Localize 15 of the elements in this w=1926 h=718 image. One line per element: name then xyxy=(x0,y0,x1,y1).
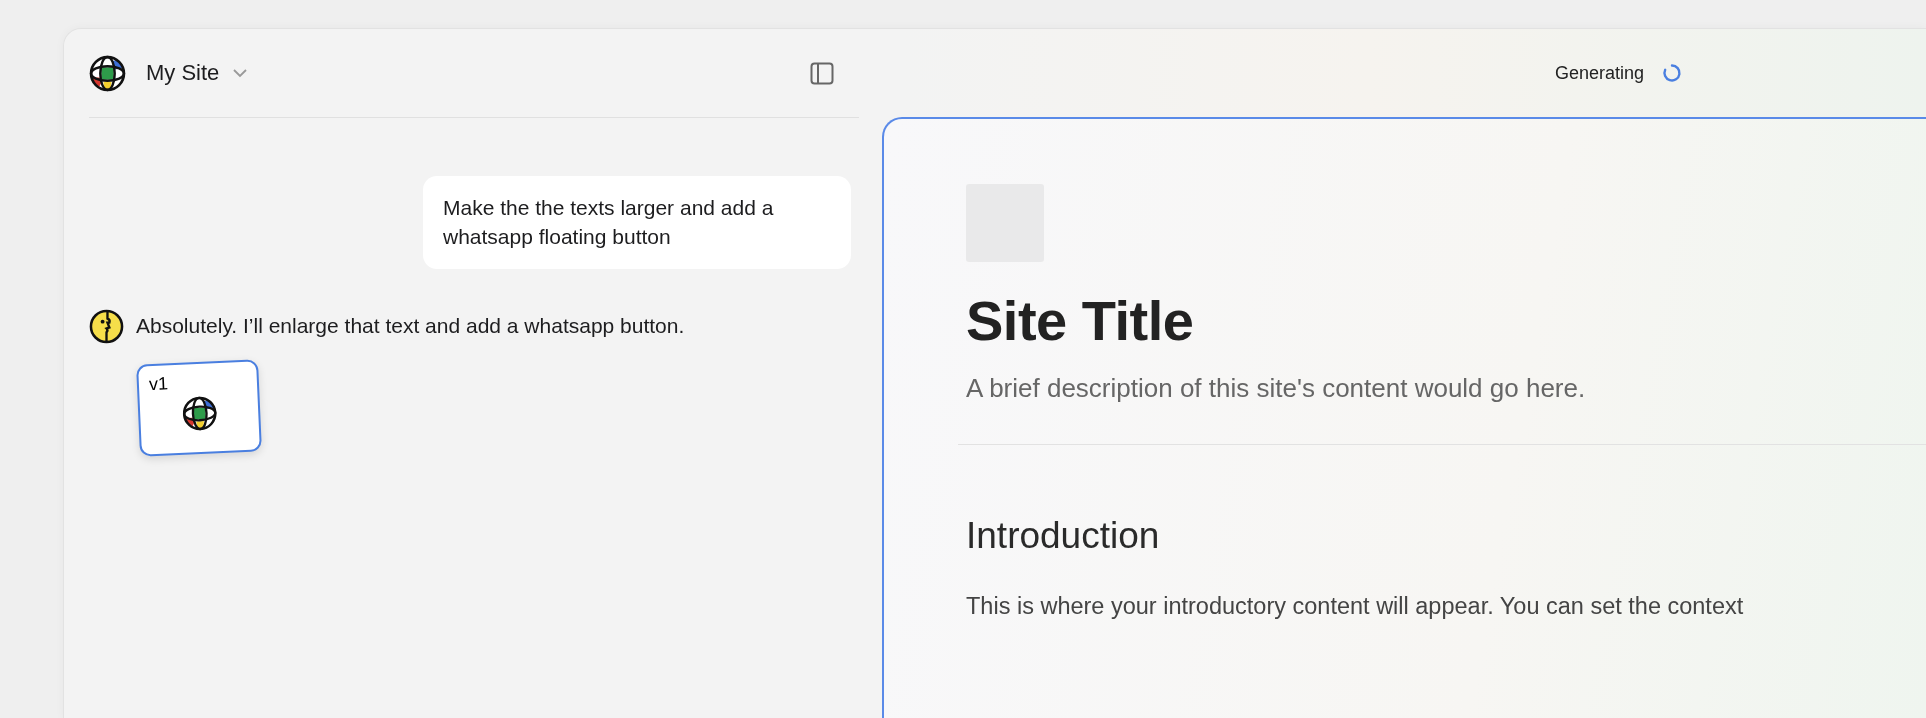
user-message: Make the the texts larger and add a whatsapp floating button xyxy=(423,176,851,269)
section-heading: Introduction xyxy=(966,515,1161,557)
globe-logo-icon xyxy=(89,54,126,92)
sidebar-toggle-button[interactable] xyxy=(810,61,834,85)
site-description: A brief description of this site's content would go here. xyxy=(966,373,1587,404)
version-card[interactable]: v1 xyxy=(136,359,262,457)
globe-icon xyxy=(181,395,218,432)
status-text: Generating xyxy=(1555,62,1645,84)
site-title: Site Title xyxy=(966,288,1195,353)
assistant-message: Absolutely. I’ll enlarge that text and add a whatsapp button. xyxy=(136,314,685,339)
site-name[interactable]: My Site xyxy=(146,60,220,86)
loading-spinner-icon xyxy=(1662,63,1683,83)
section-text: This is where your introductory content will appear. You can set the context xyxy=(966,593,1745,620)
assistant-avatar-icon xyxy=(89,308,124,344)
chevron-down-icon[interactable] xyxy=(233,68,248,78)
